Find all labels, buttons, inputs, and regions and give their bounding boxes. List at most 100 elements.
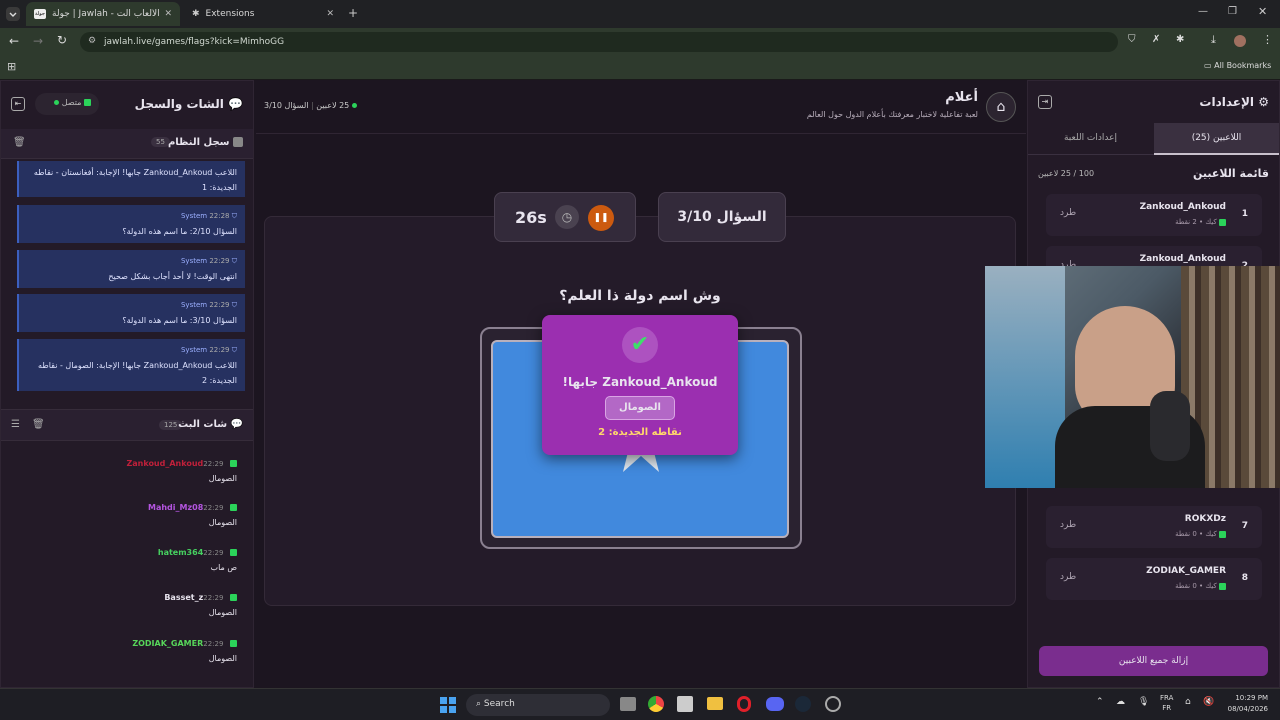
question-prompt: وش اسم دولة ذا العلم؟ [559, 288, 721, 304]
all-bookmarks-label: All Bookmarks [1214, 61, 1272, 70]
log-sender: System [180, 257, 208, 265]
answer-badge: الصومال [605, 396, 675, 420]
cloud-icon[interactable]: ☁ [1116, 697, 1125, 707]
kick-icon [230, 594, 237, 601]
log-sender: System [180, 301, 208, 309]
players-list-title: قائمة اللاعبين [1193, 167, 1269, 180]
microphone-icon[interactable]: 🎙 [1138, 697, 1149, 707]
app-icon[interactable] [825, 696, 841, 712]
reload-icon[interactable]: ↻ [57, 33, 67, 47]
tab-close-icon[interactable]: ✕ [326, 9, 334, 19]
chat-meta: Mahdi_Mz0822:29 [1, 503, 237, 512]
tab-title: جولة | Jawlah - منصة الألعاب الت... [52, 9, 162, 19]
app-icon[interactable] [677, 696, 693, 712]
windows-start-icon[interactable] [440, 697, 456, 713]
puzzle-icon[interactable]: ✱ [1176, 34, 1184, 45]
tab-close-icon[interactable]: ✕ [164, 9, 172, 19]
taskbar-search[interactable]: ⌕ Search [466, 694, 610, 716]
site-info-icon[interactable]: ⚙ [88, 36, 96, 46]
tab-jawlah[interactable]: جولة جولة | Jawlah - منصة الألعاب الت...… [26, 2, 180, 26]
kick-player-button[interactable]: طرد [1060, 208, 1076, 218]
tab-players[interactable]: اللاعبين (25) [1154, 123, 1279, 155]
game-status: 25 لاعبين | السؤال 3/10 [264, 101, 357, 110]
tab-search-icon[interactable] [6, 7, 20, 21]
network-icon[interactable]: ⌂ [1185, 697, 1191, 707]
chat-username[interactable]: Mahdi_Mz08 [148, 503, 203, 512]
kick-player-button[interactable]: طرد [1060, 572, 1076, 582]
system-icon: ⛉ [231, 346, 237, 354]
tab-game-settings[interactable]: إعدادات اللعبة [1028, 123, 1153, 155]
apps-grid-icon[interactable]: ⊞ [7, 60, 16, 73]
winner-text: Zankoud_Ankoud جابها! [562, 375, 718, 389]
chat-text: الصومال [208, 474, 237, 483]
chat-username[interactable]: Zankoud_Ankoud [126, 459, 203, 468]
collapse-panel-icon[interactable]: ⇥ [1038, 95, 1052, 109]
restore-button[interactable]: ❐ [1228, 6, 1237, 17]
app-root: ⇤ متصل 💬 الشات والسجل 🗑 55 سجل النظام ال… [0, 80, 1280, 688]
volume-icon[interactable]: 🔇 [1203, 697, 1214, 707]
player-rank: 8 [1241, 573, 1248, 583]
chat-meta: hatem36422:29 [1, 548, 237, 557]
chat-text: الصومال [208, 608, 237, 617]
kick-icon [1219, 530, 1226, 538]
opera-icon[interactable] [737, 696, 751, 712]
file-explorer-icon[interactable] [707, 697, 723, 710]
extension-icon[interactable]: ✗ [1152, 34, 1160, 45]
chevron-up-icon[interactable]: ⌃ [1096, 697, 1104, 707]
address-bar[interactable]: ⚙ jawlah.live/games/flags?kick=MimhoGG [80, 32, 1118, 52]
taskbar: ⌕ Search ⌃ ☁ 🎙 FRA FR ⌂ 🔇 10:29 PM 08/04/2… [0, 688, 1280, 720]
chat-meta: Zankoud_Ankoud22:29 [1, 459, 237, 468]
chat-username[interactable]: Basset_z [164, 593, 203, 602]
chat-username[interactable]: ZODIAK_GAMER [132, 639, 203, 648]
trash-icon[interactable]: 🗑 [13, 137, 26, 148]
chat-username[interactable]: hatem364 [158, 548, 203, 557]
discord-icon[interactable] [766, 697, 784, 711]
log-sender: System [180, 212, 208, 220]
menu-icon[interactable]: ⋮ [1262, 33, 1273, 46]
player-sub-text: كيك • 0 نقطة [1175, 530, 1217, 538]
task-view-icon[interactable] [620, 697, 636, 711]
chat-message: hatem36422:29 ص ماب [1, 548, 245, 572]
all-bookmarks-button[interactable]: ▭ All Bookmarks [1204, 61, 1271, 70]
settings-title-text: الإعدادات [1199, 95, 1255, 109]
trash-icon[interactable]: 🗑 [32, 419, 45, 430]
home-button[interactable]: ⌂ [986, 92, 1016, 122]
pause-button[interactable]: ❚❚ [588, 205, 614, 231]
steam-icon[interactable] [795, 696, 811, 712]
points-text: نقاطه الجديدة: 2 [598, 427, 682, 438]
player-row: 7 ROKXDz كيك • 0 نقطة طرد [1046, 506, 1262, 548]
kick-icon [1219, 582, 1226, 590]
player-sub: كيك • 0 نقطة [1175, 582, 1226, 590]
kick-icon [230, 640, 237, 647]
favicon-jawlah: جولة [34, 9, 46, 19]
log-text: السؤال 2/10: ما اسم هذه الدولة؟ [122, 227, 237, 236]
collapse-panel-icon[interactable]: ⇤ [11, 97, 25, 111]
download-icon[interactable]: ⤓ [1211, 33, 1216, 47]
chat-icon: 💬 [230, 419, 243, 430]
log-meta: ⛉ System 22:28 [27, 209, 237, 224]
close-window-button[interactable]: ✕ [1258, 5, 1267, 18]
kick-player-button[interactable]: طرد [1060, 520, 1076, 530]
player-sub: كيك • 0 نقطة [1175, 530, 1226, 538]
stream-title: 💬 شات البث [178, 419, 243, 430]
tab-extensions[interactable]: ✱ Extensions ✕ [184, 2, 342, 26]
bookmarks-bar: ⊞ ▭ All Bookmarks [0, 56, 1280, 80]
new-tab-button[interactable]: + [348, 6, 358, 20]
question-progress: السؤال 3/10 [264, 101, 309, 110]
chat-icon: 💬 [228, 97, 243, 111]
chrome-icon[interactable] [648, 696, 664, 712]
shield-icon[interactable]: ⛉ [1128, 34, 1136, 45]
back-icon[interactable]: ← [9, 34, 19, 48]
kick-icon [1219, 218, 1226, 226]
player-name: Zankoud_Ankoud [1139, 254, 1226, 264]
remove-all-players-button[interactable]: إزالة جميع اللاعبين [1039, 646, 1268, 676]
log-entry: اللاعب Zankoud_Ankoud جابها! الإجابة: أف… [17, 161, 245, 197]
minimize-button[interactable]: — [1198, 6, 1208, 17]
language-indicator[interactable]: FRA FR [1160, 693, 1173, 713]
forward-icon[interactable]: → [33, 34, 43, 48]
chat-text: ص ماب [210, 563, 237, 572]
profile-avatar[interactable] [1234, 35, 1246, 47]
filter-icon[interactable]: ☰ [11, 419, 20, 430]
player-sub-text: كيك • 2 نقطة [1175, 218, 1217, 226]
clock[interactable]: 10:29 PM 08/04/2026 [1226, 693, 1268, 715]
